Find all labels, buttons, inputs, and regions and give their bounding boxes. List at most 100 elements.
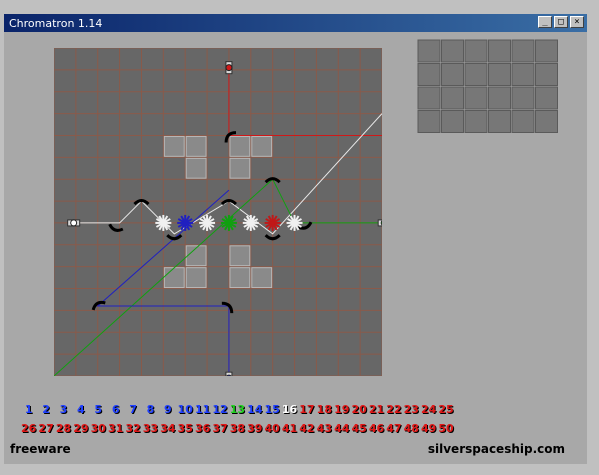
level-40-button[interactable]: 40 <box>263 422 280 435</box>
wall-block <box>185 135 207 157</box>
inventory-slot[interactable] <box>535 39 558 63</box>
inventory-grid <box>417 39 558 133</box>
wall-block <box>185 157 207 179</box>
inventory-slot[interactable] <box>535 86 558 110</box>
inventory-slot[interactable] <box>488 39 511 63</box>
close-button[interactable]: × <box>570 16 584 28</box>
level-25-button[interactable]: 25 <box>437 403 454 416</box>
level-37-button[interactable]: 37 <box>211 422 228 435</box>
level-11-button[interactable]: 11 <box>194 403 211 416</box>
emitter-blue-icon[interactable] <box>225 371 233 376</box>
level-12-button[interactable]: 12 <box>211 403 228 416</box>
level-8-button[interactable]: 8 <box>142 403 159 416</box>
inventory-slot[interactable] <box>488 63 511 86</box>
inventory-slot[interactable] <box>488 110 511 133</box>
level-45-button[interactable]: 45 <box>350 422 367 435</box>
level-31-button[interactable]: 31 <box>107 422 124 435</box>
inventory-slot[interactable] <box>441 110 464 133</box>
level-21-button[interactable]: 21 <box>368 403 385 416</box>
level-23-button[interactable]: 23 <box>403 403 420 416</box>
level-19-button[interactable]: 19 <box>333 403 350 416</box>
level-5-button[interactable]: 5 <box>90 403 107 416</box>
level-49-button[interactable]: 49 <box>420 422 437 435</box>
inventory-slot[interactable] <box>535 110 558 133</box>
wall-block <box>185 267 207 289</box>
level-41-button[interactable]: 41 <box>281 422 298 435</box>
level-47-button[interactable]: 47 <box>385 422 402 435</box>
level-9-button[interactable]: 9 <box>159 403 176 416</box>
level-36-button[interactable]: 36 <box>194 422 211 435</box>
window-title: Chromatron 1.14 <box>9 16 103 30</box>
game-area: 1 2 3 4 5 6 7 8 9 10 11 12 13 14 15 16 17 18 19 20 21 22 23 24 2… <box>4 32 587 464</box>
level-10-button[interactable]: 10 <box>177 403 194 416</box>
level-48-button[interactable]: 48 <box>403 422 420 435</box>
inventory-slot[interactable] <box>417 63 441 86</box>
app-window: Chromatron 1.14 _ □ × 1 2 3 4 5 6 7 8 9 10 11 12 13 1… <box>0 0 599 475</box>
level-3-button[interactable]: 3 <box>55 403 72 416</box>
freeware-label: freeware <box>10 442 71 456</box>
inventory-slot[interactable] <box>464 39 488 63</box>
inventory-slot[interactable] <box>511 86 535 110</box>
inventory-slot[interactable] <box>488 86 511 110</box>
target-core <box>183 220 188 225</box>
level-28-button[interactable]: 28 <box>55 422 72 435</box>
level-38-button[interactable]: 38 <box>229 422 246 435</box>
emitter-white-left-icon[interactable] <box>67 219 81 227</box>
maximize-button[interactable]: □ <box>554 16 568 28</box>
level-13-button[interactable]: 13 <box>229 403 246 416</box>
level-20-button[interactable]: 20 <box>350 403 367 416</box>
emitter-green-right-icon[interactable] <box>377 219 382 227</box>
level-22-button[interactable]: 22 <box>385 403 402 416</box>
inventory-slot[interactable] <box>511 39 535 63</box>
inventory-slot[interactable] <box>464 110 488 133</box>
level-34-button[interactable]: 34 <box>159 422 176 435</box>
level-35-button[interactable]: 35 <box>177 422 194 435</box>
level-43-button[interactable]: 43 <box>316 422 333 435</box>
inventory-slot[interactable] <box>417 39 441 63</box>
inventory-slot[interactable] <box>441 39 464 63</box>
wall-block <box>229 267 251 289</box>
level-16-button[interactable]: 16 <box>281 403 298 416</box>
puzzle-board[interactable] <box>54 48 382 376</box>
level-14-button[interactable]: 14 <box>246 403 263 416</box>
title-bar[interactable]: Chromatron 1.14 _ □ × <box>4 14 587 32</box>
level-1-button[interactable]: 1 <box>20 403 37 416</box>
minimize-button[interactable]: _ <box>538 16 552 28</box>
emitter-red-icon[interactable] <box>225 61 233 75</box>
inventory-slot[interactable] <box>511 63 535 86</box>
level-50-button[interactable]: 50 <box>437 422 454 435</box>
level-42-button[interactable]: 42 <box>298 422 315 435</box>
target-core <box>270 220 275 225</box>
inventory-slot[interactable] <box>464 63 488 86</box>
level-44-button[interactable]: 44 <box>333 422 350 435</box>
piece-inventory[interactable] <box>417 39 559 133</box>
inventory-slot[interactable] <box>511 110 535 133</box>
wall-block <box>185 245 207 267</box>
level-30-button[interactable]: 30 <box>90 422 107 435</box>
board-background <box>54 48 382 376</box>
level-29-button[interactable]: 29 <box>72 422 89 435</box>
level-18-button[interactable]: 18 <box>316 403 333 416</box>
window-controls: _ □ × <box>538 16 584 28</box>
inventory-slot[interactable] <box>441 63 464 86</box>
level-2-button[interactable]: 2 <box>37 403 54 416</box>
inventory-slot[interactable] <box>417 86 441 110</box>
level-39-button[interactable]: 39 <box>246 422 263 435</box>
level-4-button[interactable]: 4 <box>72 403 89 416</box>
inventory-slot[interactable] <box>464 86 488 110</box>
inventory-slot[interactable] <box>417 110 441 133</box>
level-33-button[interactable]: 33 <box>142 422 159 435</box>
level-17-button[interactable]: 17 <box>298 403 315 416</box>
level-26-button[interactable]: 26 <box>20 422 37 435</box>
level-15-button[interactable]: 15 <box>263 403 280 416</box>
level-27-button[interactable]: 27 <box>37 422 54 435</box>
level-24-button[interactable]: 24 <box>420 403 437 416</box>
inventory-slot[interactable] <box>535 63 558 86</box>
level-32-button[interactable]: 32 <box>124 422 141 435</box>
wall-block <box>163 267 185 289</box>
level-7-button[interactable]: 7 <box>124 403 141 416</box>
inventory-slot[interactable] <box>441 86 464 110</box>
level-6-button[interactable]: 6 <box>107 403 124 416</box>
website-link[interactable]: silverspaceship.com <box>428 442 565 456</box>
level-46-button[interactable]: 46 <box>368 422 385 435</box>
